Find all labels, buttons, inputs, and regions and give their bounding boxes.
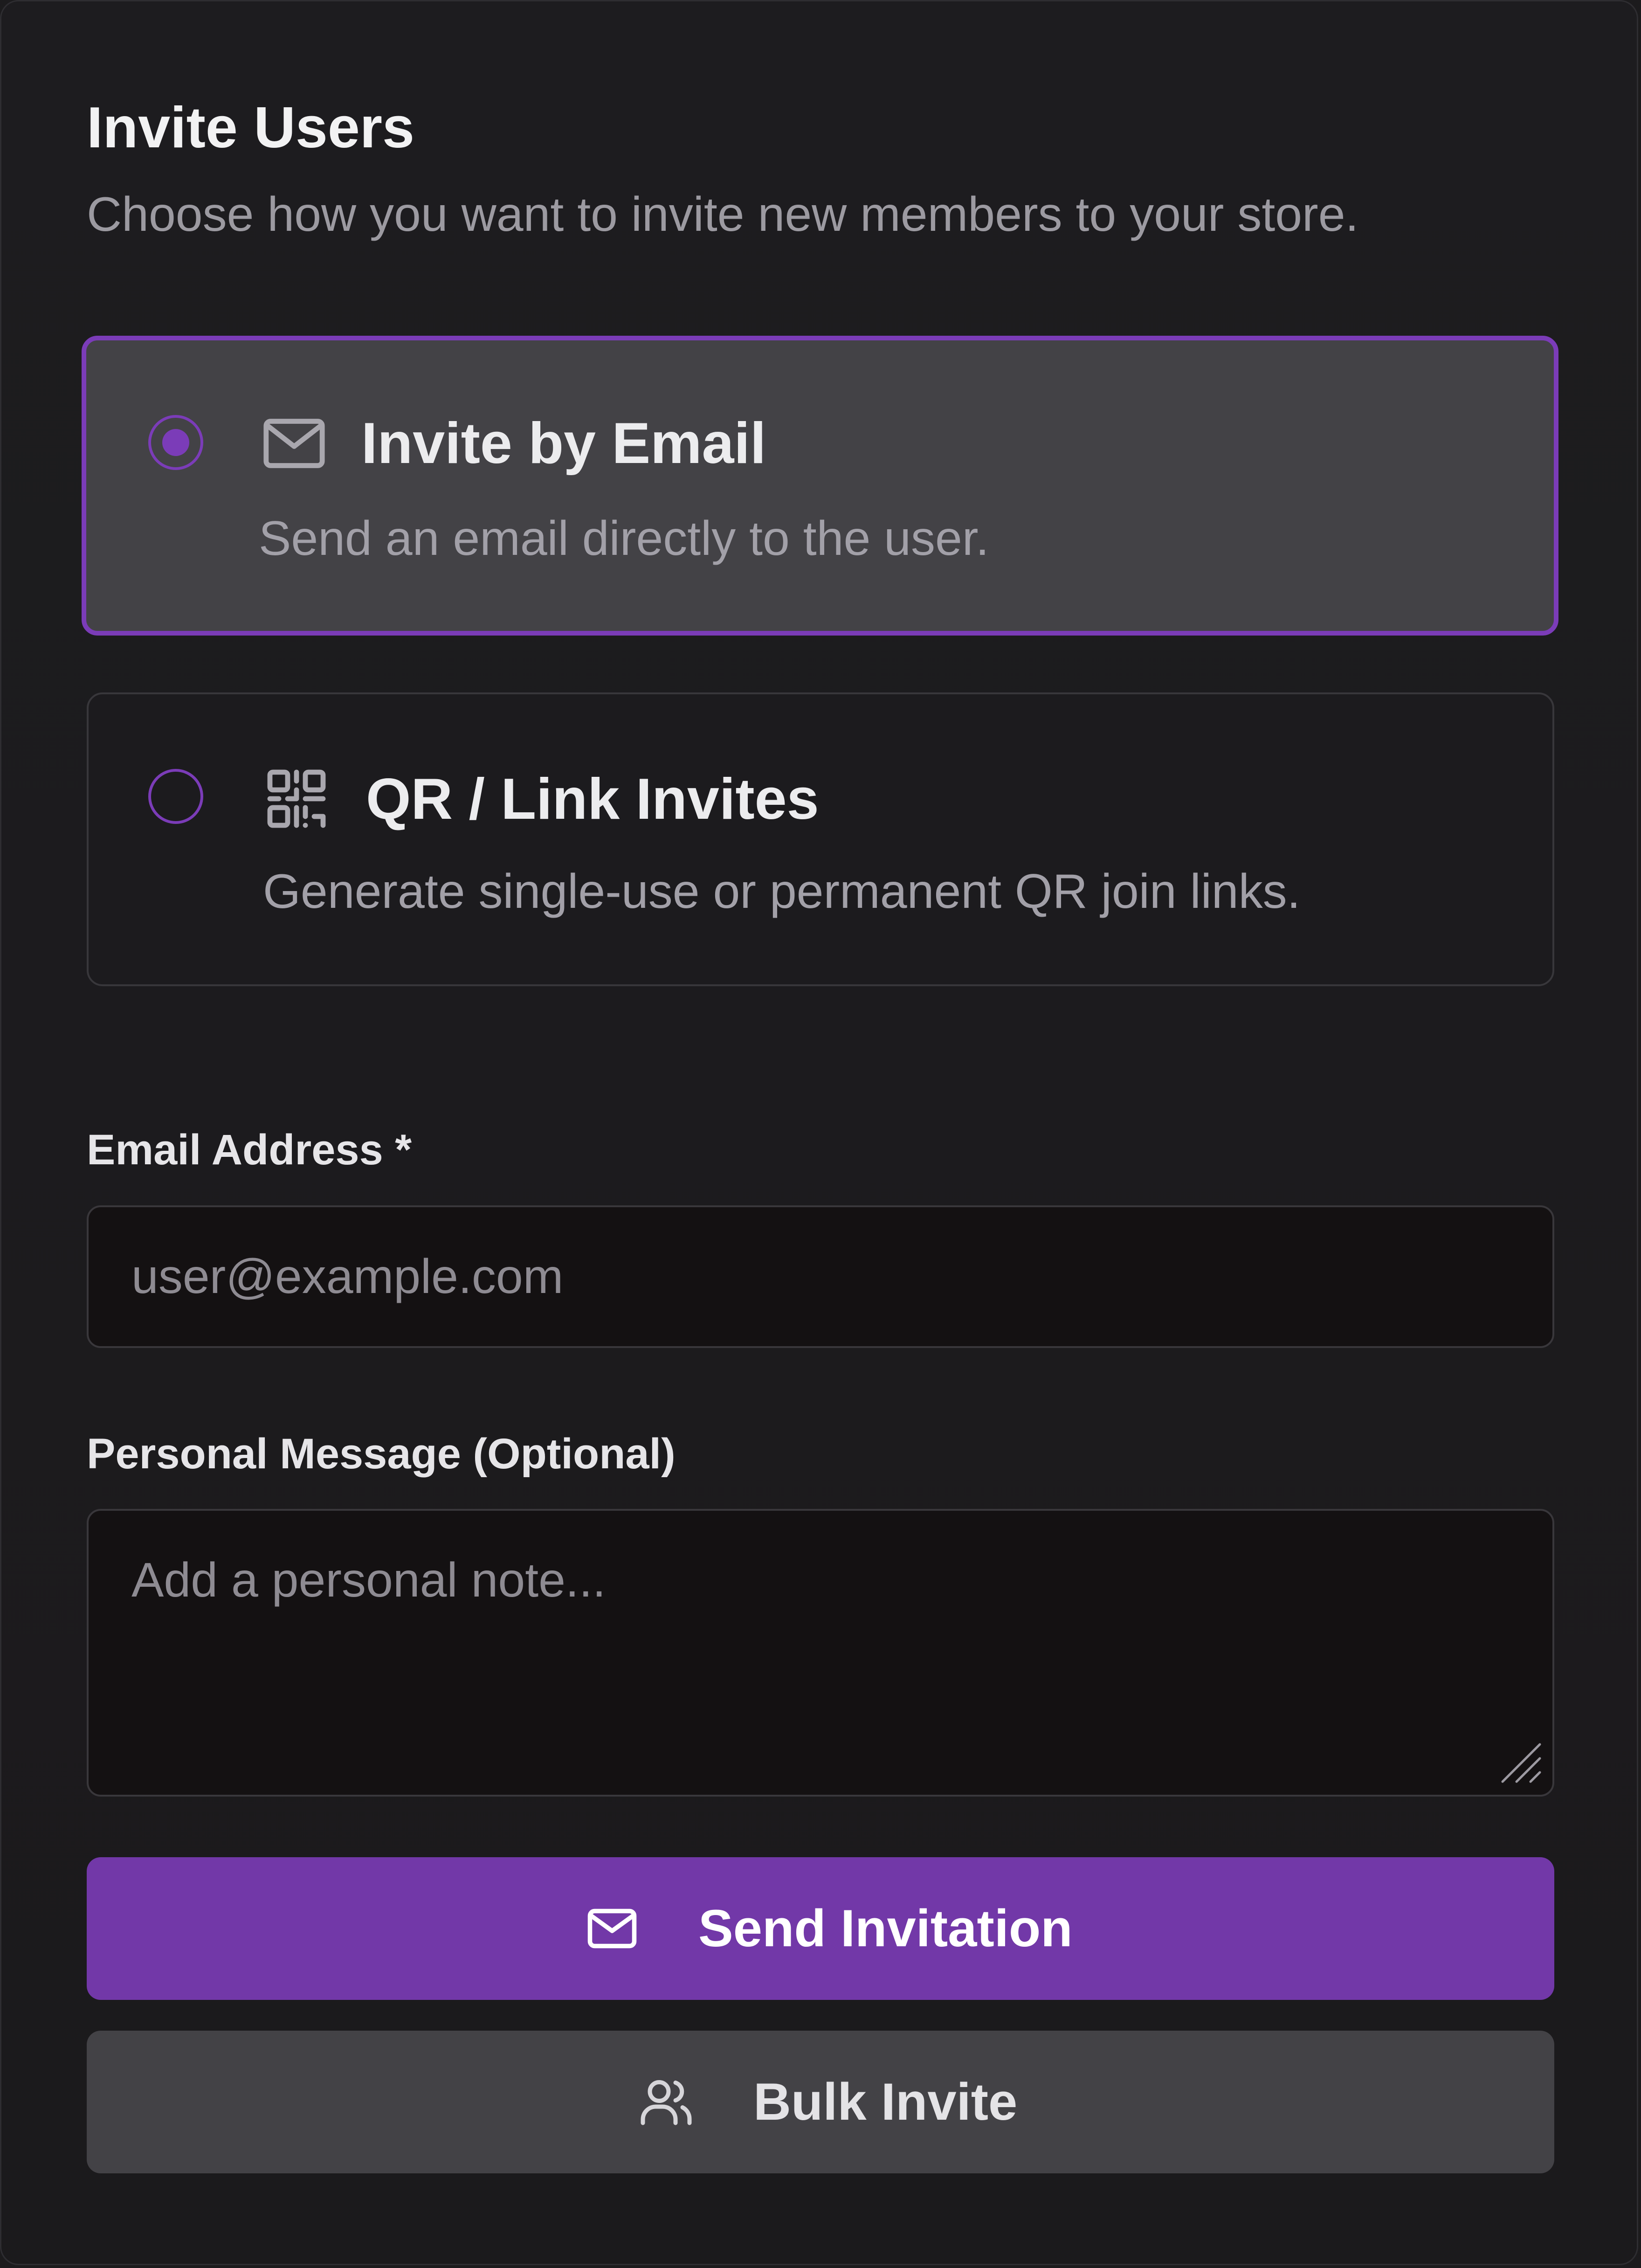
mail-icon [263,419,325,468]
send-invitation-button[interactable]: Send Invitation [87,1857,1554,2000]
option-qr-link-invites[interactable]: QR / Link Invites Generate single-use or… [87,692,1554,986]
option-title: QR / Link Invites [366,767,819,831]
radio-invite-by-email[interactable] [148,415,203,470]
option-invite-by-email[interactable]: Invite by Email Send an email directly t… [82,336,1558,636]
bulk-invite-label: Bulk Invite [753,2073,1018,2131]
qr-code-icon [267,769,326,828]
message-label: Personal Message (Optional) [87,1430,676,1478]
option-description: Generate single-use or permanent QR join… [263,864,1301,919]
radio-selected-dot [162,429,189,456]
bulk-invite-button[interactable]: Bulk Invite [87,2031,1554,2173]
option-title: Invite by Email [361,411,766,476]
invite-users-dialog: Invite Users Choose how you want to invi… [0,0,1638,2265]
mail-icon [587,1908,637,1949]
email-label: Email Address * [87,1126,412,1174]
send-invitation-label: Send Invitation [698,1899,1073,1957]
option-description: Send an email directly to the user. [259,512,989,566]
personal-message-textarea[interactable] [87,1509,1554,1797]
email-field[interactable] [87,1205,1554,1348]
resize-handle-icon[interactable] [1498,1740,1544,1786]
users-icon [641,2080,692,2125]
dialog-subtitle: Choose how you want to invite new member… [87,187,1359,242]
radio-qr-link-invites[interactable] [148,769,203,824]
dialog-title: Invite Users [87,96,415,160]
